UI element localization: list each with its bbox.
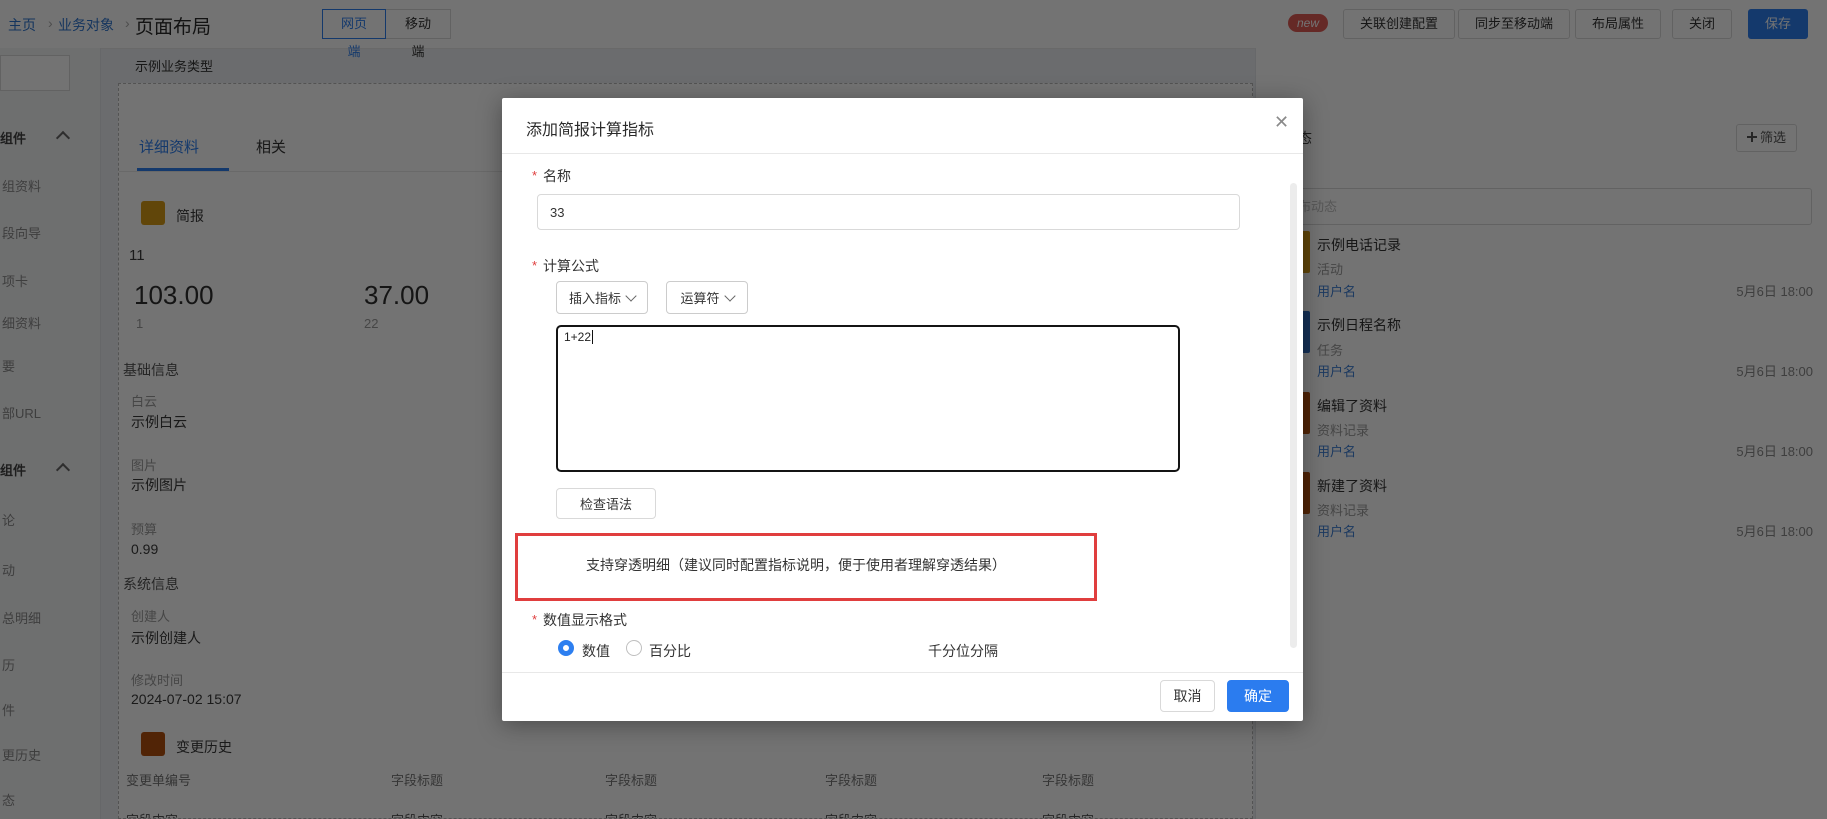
text-cursor — [592, 330, 593, 344]
page-layout-editor: 主页 › 业务对象 › 页面布局 网页端 移动端 new 关联创建配置 同步至移… — [0, 0, 1827, 819]
radio-percent-label: 百分比 — [649, 641, 691, 661]
radio-percent[interactable] — [626, 640, 642, 656]
name-field-label: 名称 — [543, 166, 571, 186]
check-syntax-button[interactable]: 检查语法 — [556, 488, 656, 519]
number-format-label: 数值显示格式 — [543, 610, 627, 630]
formula-label: 计算公式 — [543, 256, 599, 276]
operator-dropdown[interactable]: 运算符 — [666, 281, 748, 314]
chevron-down-icon — [625, 290, 636, 301]
required-asterisk: * — [532, 612, 537, 627]
cancel-button[interactable]: 取消 — [1160, 680, 1215, 712]
drill-through-label: 支持穿透明细（建议同时配置指标说明，便于使用者理解穿透结果） — [586, 555, 1006, 575]
thousand-separator-label: 千分位分隔 — [928, 641, 998, 661]
insert-metric-dropdown[interactable]: 插入指标 — [556, 281, 648, 314]
close-icon[interactable]: ✕ — [1274, 112, 1289, 133]
modal-scrollbar[interactable] — [1290, 183, 1297, 648]
chevron-down-icon — [724, 290, 735, 301]
add-brief-metric-modal: 添加简报计算指标 ✕ * 名称 * 计算公式 插入指标 运算符 1+22 检查语… — [502, 98, 1303, 721]
required-asterisk: * — [532, 258, 537, 273]
modal-header-divider — [502, 153, 1303, 154]
name-input[interactable] — [537, 194, 1240, 230]
confirm-button[interactable]: 确定 — [1227, 680, 1289, 712]
formula-textarea[interactable]: 1+22 — [556, 325, 1180, 472]
modal-footer-divider — [502, 672, 1303, 673]
radio-number-label: 数值 — [582, 641, 610, 661]
required-asterisk: * — [532, 168, 537, 183]
modal-title: 添加简报计算指标 — [526, 116, 654, 140]
radio-number[interactable] — [558, 640, 574, 656]
